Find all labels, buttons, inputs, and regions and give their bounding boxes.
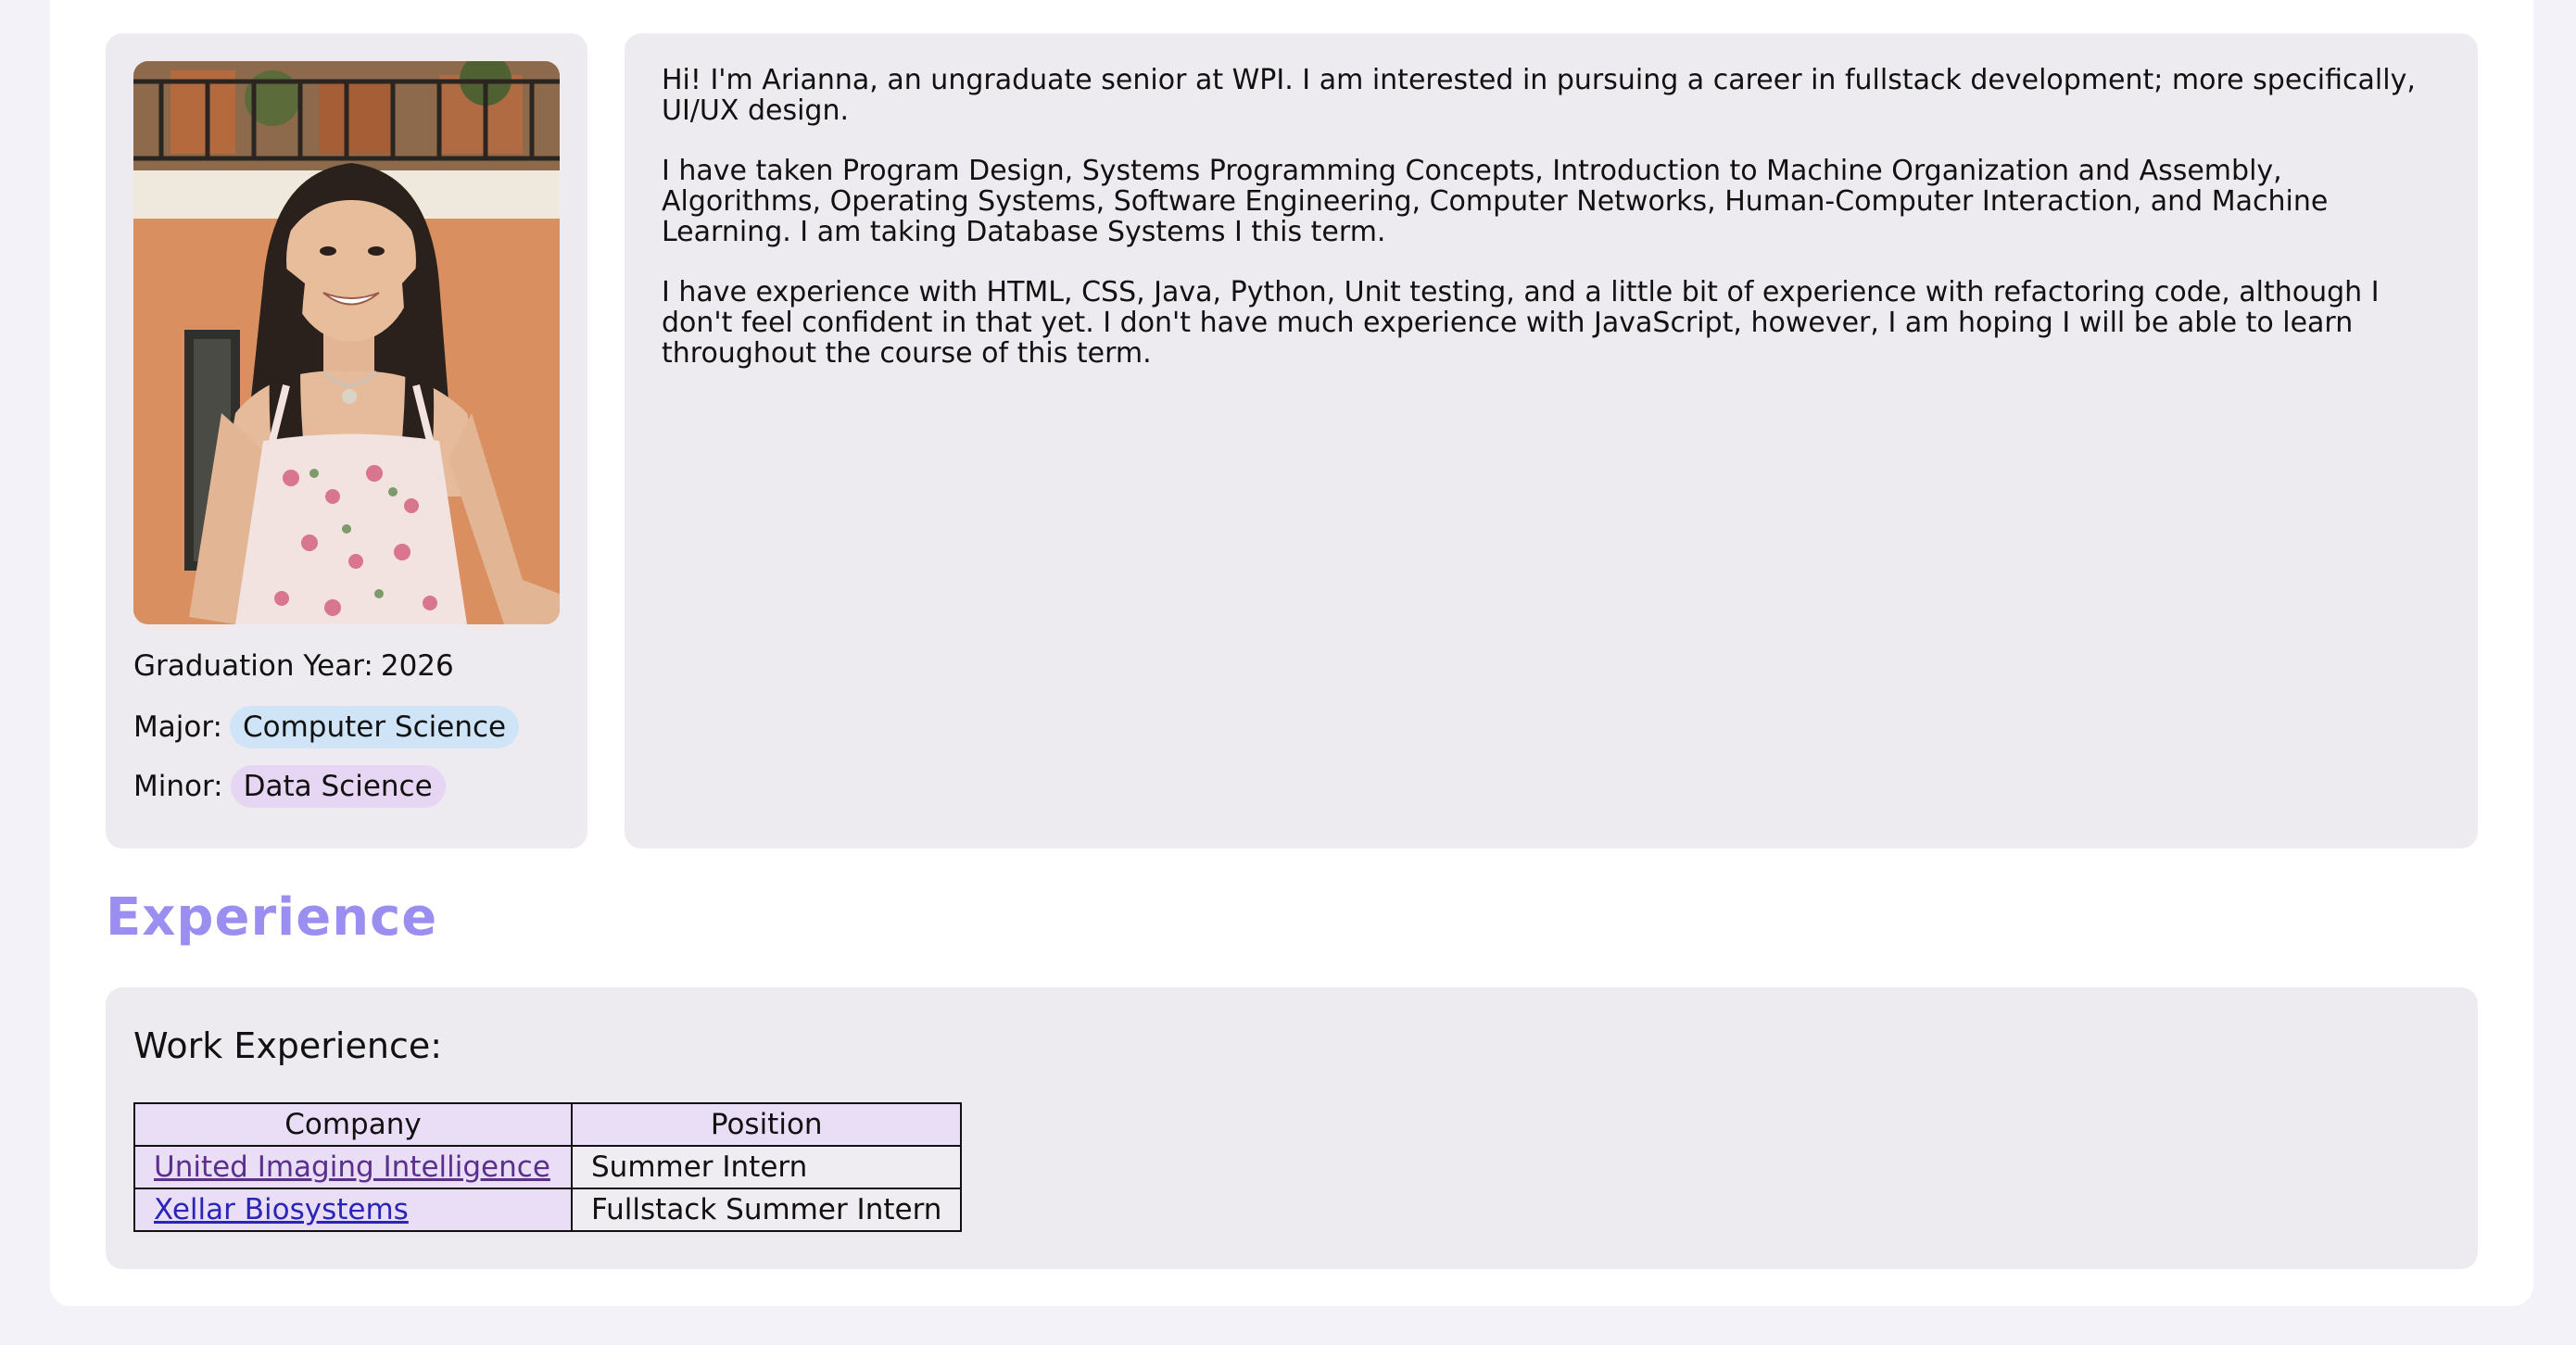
major-badge: Computer Science [229,706,520,748]
about-card: Hi! I'm Arianna, an ungraduate senior at… [625,33,2478,848]
about-paragraph-skills: I have experience with HTML, CSS, Java, … [662,276,2380,370]
position-cell: Summer Intern [570,1145,963,1189]
table-header-row: Company Position [133,1102,963,1147]
major: Major: Computer Science [133,706,520,748]
about-paragraph-courses: I have taken Program Design, Systems Pro… [662,155,2329,248]
work-experience-heading: Work Experience: [133,1025,443,1066]
position-cell: Fullstack Summer Intern [570,1188,963,1232]
major-label: Major: [133,710,222,744]
about-paragraph-intro: Hi! I'm Arianna, an ungraduate senior at… [662,64,2416,127]
company-link-xellar[interactable]: Xellar Biosystems [154,1193,409,1226]
graduation-year-value: 2026 [380,649,454,683]
profile-photo [133,61,560,624]
company-cell: Xellar Biosystems [133,1188,573,1232]
experience-card: Work Experience: Company Position United… [106,987,2478,1269]
company-link-united-imaging[interactable]: United Imaging Intelligence [154,1150,550,1184]
about-text: Hi! I'm Arianna, an ungraduate senior at… [662,65,2450,398]
experience-section-title: Experience [106,887,438,948]
table-row: Xellar Biosystems Fullstack Summer Inter… [133,1188,963,1232]
graduation-year-label: Graduation Year: [133,649,373,683]
work-experience-table: Company Position United Imaging Intellig… [133,1102,963,1232]
column-header-position: Position [570,1102,963,1147]
minor-badge: Data Science [230,765,446,808]
graduation-year: Graduation Year: 2026 [133,645,454,687]
minor-label: Minor: [133,770,223,803]
minor: Minor: Data Science [133,765,446,808]
company-cell: United Imaging Intelligence [133,1145,573,1189]
column-header-company: Company [133,1102,573,1147]
table-row: United Imaging Intelligence Summer Inter… [133,1145,963,1189]
profile-card: Graduation Year: 2026 Major: Computer Sc… [106,33,587,848]
